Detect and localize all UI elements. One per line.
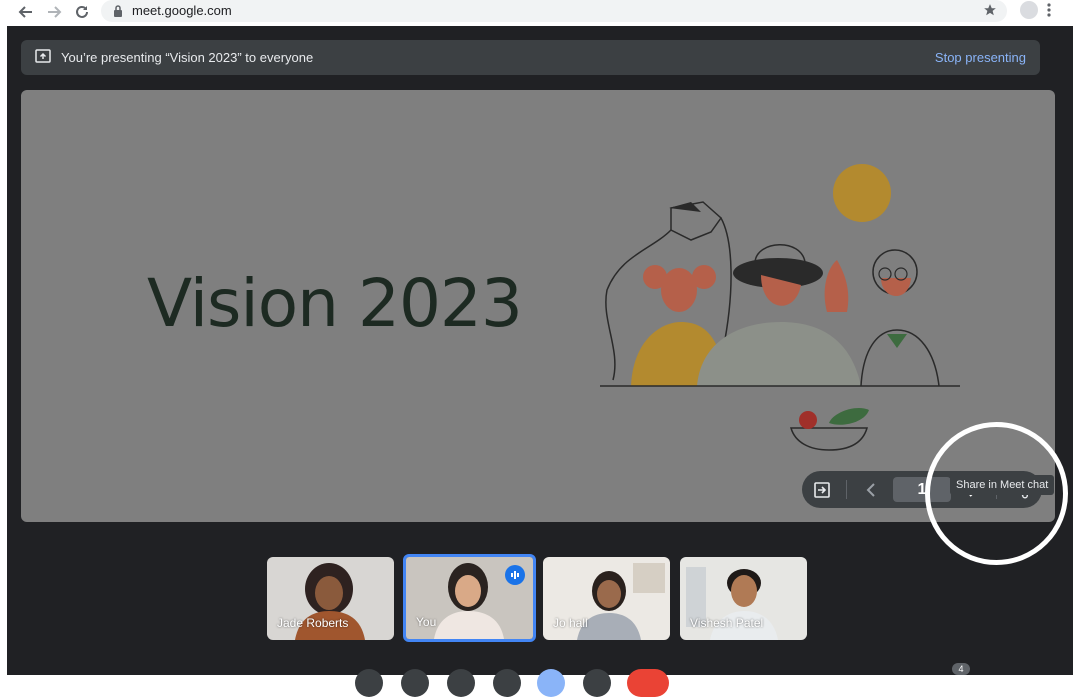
lock-icon [113,4,123,22]
presenting-text: You’re presenting “Vision 2023” to every… [61,50,314,65]
mic-button[interactable] [355,669,383,697]
meet-window: You’re presenting “Vision 2023” to every… [7,26,1073,697]
speaking-indicator-icon [505,565,525,585]
forward-icon[interactable] [43,2,65,22]
controls-divider [846,480,847,499]
present-screen-icon [35,49,51,68]
more-options-button[interactable] [583,669,611,697]
browser-chrome: meet.google.com [0,0,1080,26]
profile-avatar[interactable] [1020,1,1038,19]
reload-icon[interactable] [71,2,93,22]
presentation-stage: Vision 2023 1 [21,90,1055,522]
participant-name: Vishesh Patel [690,616,764,630]
previous-slide-button[interactable] [860,477,882,502]
participant-name: Jade Roberts [277,616,349,630]
captions-button[interactable] [447,669,475,697]
kebab-menu-icon[interactable] [1046,2,1052,23]
participant-tile[interactable]: You [403,554,536,642]
stop-presenting-button[interactable]: Stop presenting [935,50,1026,65]
participant-tile[interactable]: Jo hall [543,557,670,640]
presenting-banner: You’re presenting “Vision 2023” to every… [21,40,1040,75]
participant-tile[interactable]: Jade Roberts [267,557,394,640]
leave-call-button[interactable] [627,669,669,697]
focus-highlight-circle [925,422,1068,565]
back-icon[interactable] [15,2,37,22]
meeting-toolbar [7,666,1073,697]
raise-hand-button[interactable] [493,669,521,697]
camera-button[interactable] [401,669,429,697]
participant-name: You [416,615,437,629]
participant-count-badge: 4 [952,663,970,675]
participant-name: Jo hall [553,616,588,630]
participant-tile[interactable]: Vishesh Patel [680,557,807,640]
present-button[interactable] [537,669,565,697]
exit-slideshow-icon[interactable] [810,477,834,502]
address-bar[interactable]: meet.google.com [101,0,1007,22]
slide-illustration [600,164,960,451]
url-text: meet.google.com [132,3,232,18]
star-icon[interactable] [983,3,997,22]
